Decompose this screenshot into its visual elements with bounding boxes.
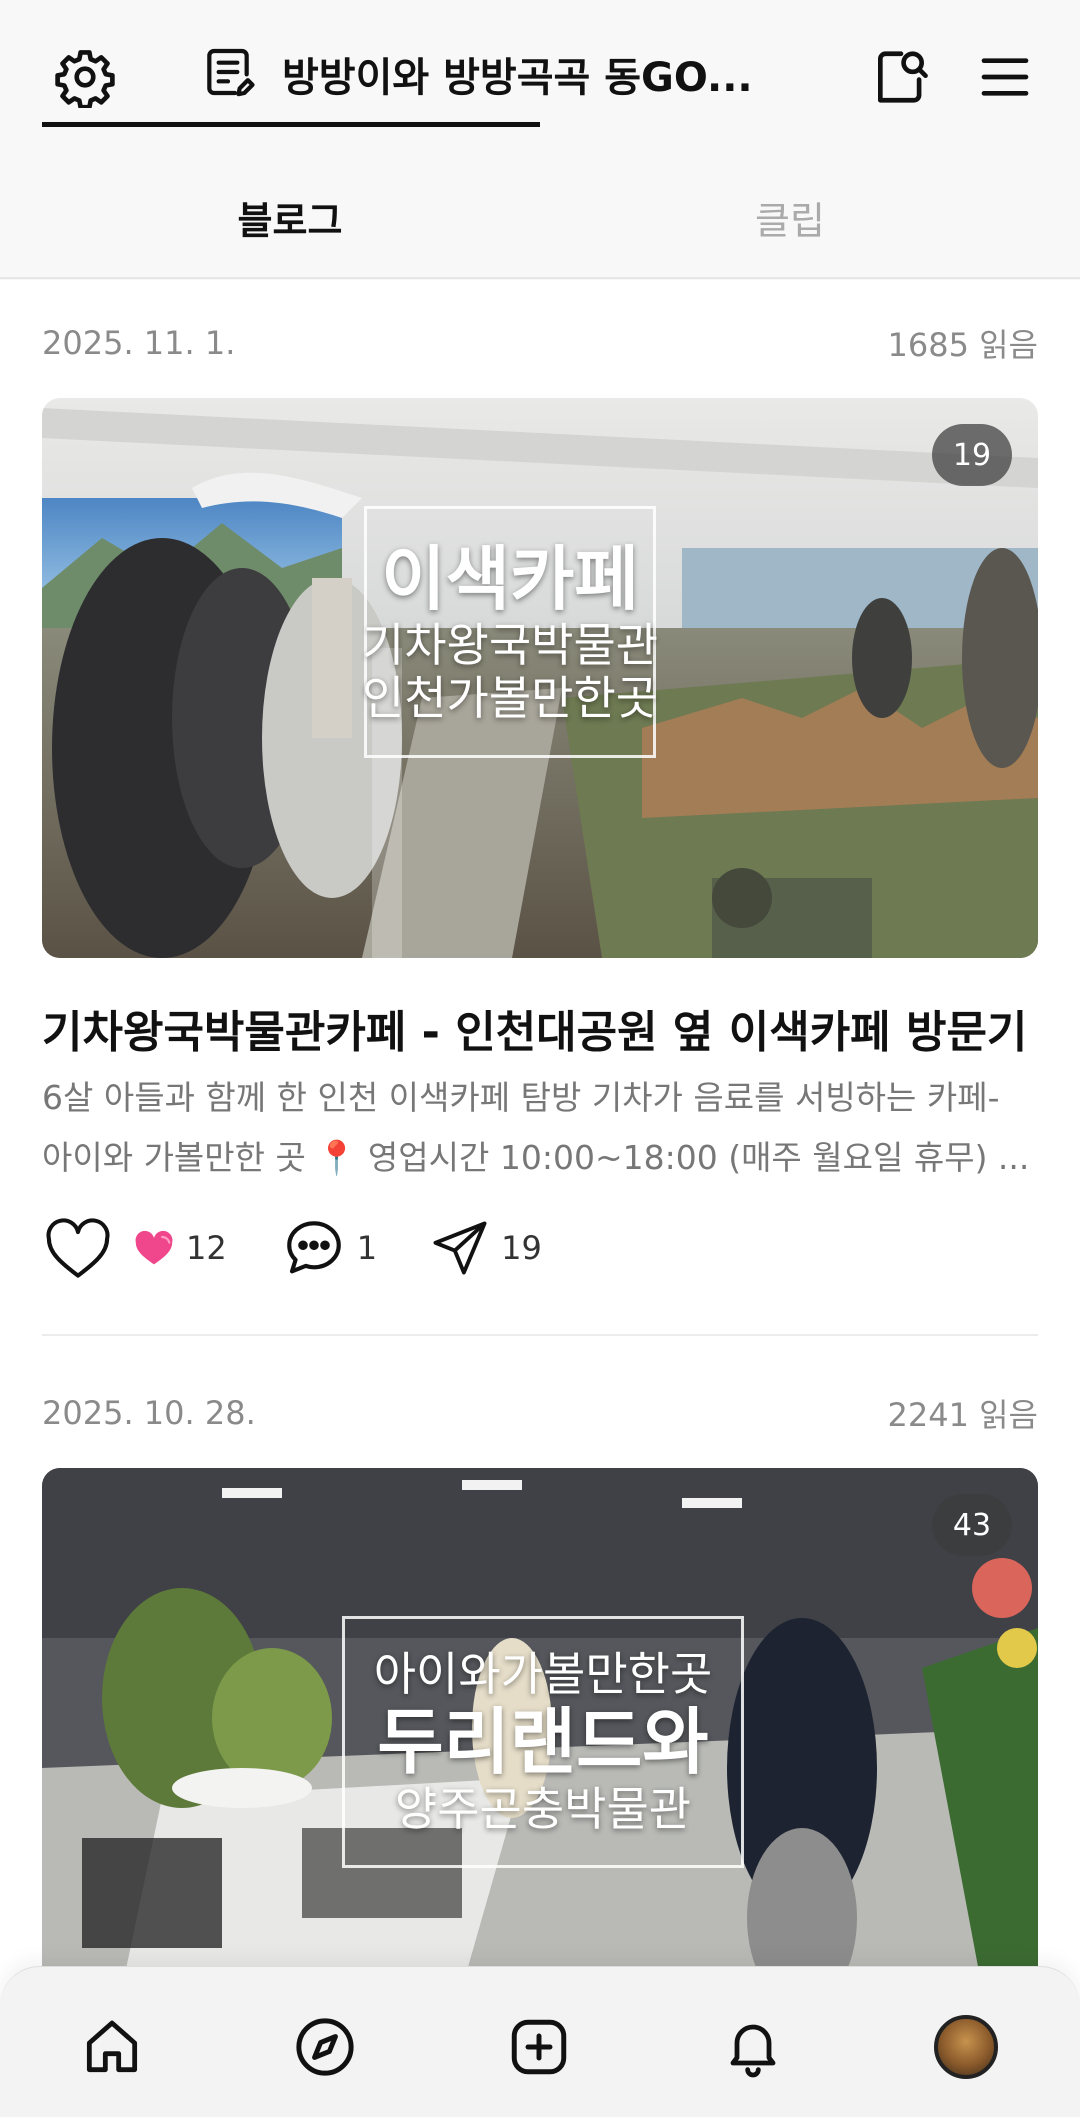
caption-line: 인천가볼만한곳 <box>361 671 659 726</box>
blog-title-area[interactable]: 방방이와 방방곡곡 동GO... <box>200 44 753 104</box>
tab-blog[interactable]: 블로그 <box>0 190 580 245</box>
add-icon[interactable] <box>501 2009 577 2085</box>
app-header: 방방이와 방방곡곡 동GO... <box>0 0 1080 150</box>
comment-count: 1 <box>356 1229 378 1267</box>
post-date: 2025. 10. 28. <box>42 1394 256 1432</box>
read-count: 2241 읽음 <box>887 1396 1039 1434</box>
caption-line: 두리랜드와 <box>377 1699 709 1784</box>
post-thumbnail[interactable]: 아이와가볼만한곳 두리랜드와 양주곤충박물관 43 <box>42 1468 1038 1988</box>
post-title[interactable]: 기차왕국박물관카페 - 인천대공원 옆 이색카페 방문기 <box>42 996 1042 1060</box>
post-date: 2025. 11. 1. <box>42 324 236 362</box>
caption-line: 이색카페 <box>381 537 639 620</box>
comment-button[interactable]: 1 <box>281 1215 377 1281</box>
comment-icon <box>286 1221 341 1274</box>
gear-icon[interactable] <box>50 42 120 112</box>
post-meta: 2025. 10. 28. 2241 읽음 <box>42 1390 1038 1436</box>
post-divider <box>42 1334 1038 1336</box>
bell-icon[interactable] <box>715 2009 791 2085</box>
description-line: 6살 아들과 함께 한 인천 이색카페 탐방 기차가 음료를 서빙하는 카페- <box>42 1078 1000 1117</box>
description-line: 아이와 가볼만한 곳 📍 영업시간 10:00~18:00 (매주 월요일 휴무… <box>42 1138 1030 1177</box>
post-actions: 12 1 19 <box>42 1208 542 1288</box>
tab-clip[interactable]: 클립 <box>520 190 1060 245</box>
active-tab-indicator <box>42 122 540 127</box>
image-count-badge: 43 <box>932 1494 1012 1556</box>
post-thumbnail[interactable]: 이색카페 기차왕국박물관 인천가볼만한곳 19 <box>42 398 1038 958</box>
like-count: 12 <box>186 1229 227 1267</box>
like-count-group: 12 <box>132 1228 227 1268</box>
caption-line: 기차왕국박물관 <box>361 618 659 673</box>
post-description[interactable]: 6살 아들과 함께 한 인천 이색카페 탐방 기차가 음료를 서빙하는 카페- … <box>42 1068 1038 1188</box>
image-count-badge: 19 <box>932 424 1012 486</box>
share-button[interactable]: 19 <box>429 1217 542 1279</box>
caption-line: 양주곤충박물관 <box>394 1782 692 1837</box>
read-count: 1685 읽음 <box>887 326 1039 364</box>
like-button[interactable] <box>42 1216 114 1280</box>
profile-avatar[interactable] <box>928 2009 1004 2085</box>
thumbnail-caption-box: 이색카페 기차왕국박물관 인천가볼만한곳 <box>361 506 659 758</box>
caption-line: 아이와가볼만한곳 <box>373 1646 713 1701</box>
bottom-navigation <box>0 1966 1080 2117</box>
avatar <box>934 2015 998 2079</box>
thumbnail-caption-box: 아이와가볼만한곳 두리랜드와 양주곤충박물관 <box>342 1616 744 1868</box>
tab-divider <box>0 277 1080 279</box>
post-meta: 2025. 11. 1. 1685 읽음 <box>42 320 1038 366</box>
home-icon[interactable] <box>74 2009 150 2085</box>
tab-bar: 블로그 클립 <box>0 150 1080 278</box>
hamburger-icon[interactable] <box>970 42 1040 112</box>
compass-icon[interactable] <box>287 2009 363 2085</box>
share-count: 19 <box>501 1229 542 1267</box>
blog-title: 방방이와 방방곡곡 동GO... <box>282 55 753 101</box>
heart-outline-icon <box>46 1218 110 1278</box>
document-edit-icon <box>200 44 256 104</box>
bookmark-search-icon[interactable] <box>866 42 936 112</box>
heart-filled-icon <box>135 1230 173 1265</box>
send-icon <box>433 1221 487 1275</box>
